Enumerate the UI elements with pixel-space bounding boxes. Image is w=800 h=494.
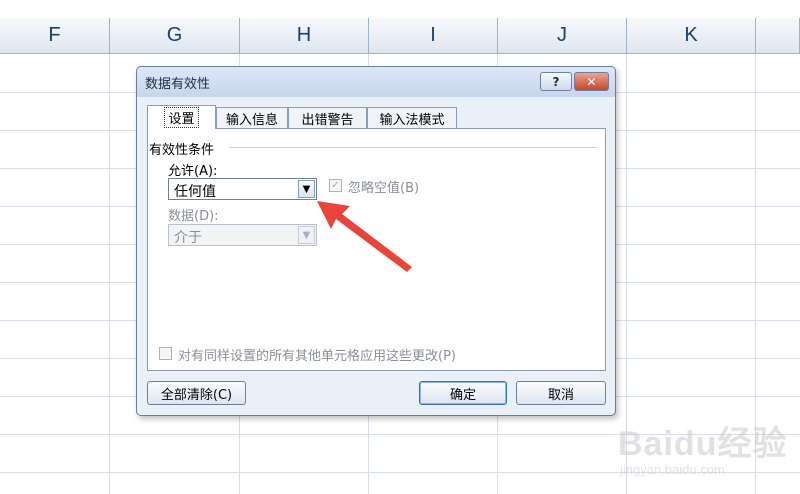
column-header-f[interactable]: F <box>0 18 110 54</box>
grid-line <box>109 54 110 494</box>
tab-error-alert[interactable]: 出错警告 <box>288 107 367 128</box>
column-header-next[interactable] <box>756 18 800 54</box>
data-dropdown-arrow[interactable]: ▼ <box>298 226 315 244</box>
ribbon-edge <box>0 0 800 19</box>
ok-button[interactable]: 确定 <box>419 381 507 405</box>
column-header-i[interactable]: I <box>369 18 498 54</box>
dialog-title: 数据有效性 <box>145 77 211 92</box>
baidu-watermark: Baidu经验 jingyan.baidu.com <box>614 404 794 490</box>
column-header-g[interactable]: G <box>110 18 240 54</box>
column-header-k[interactable]: K <box>627 18 756 54</box>
cancel-button[interactable]: 取消 <box>516 381 606 405</box>
validation-criteria-label: 有效性条件 <box>149 143 215 158</box>
close-icon: ✕ <box>586 74 597 89</box>
apply-all-label: 对有同样设置的所有其他单元格应用这些更改(P) <box>178 349 456 364</box>
chevron-down-icon: ▼ <box>302 183 311 195</box>
close-button[interactable]: ✕ <box>574 72 609 91</box>
ignore-blank-label: 忽略空值(B) <box>348 181 420 196</box>
watermark-logo-text: Baidu经验 <box>618 425 788 463</box>
dropdown-arrow-button[interactable]: ▼ <box>298 180 315 198</box>
column-header-h[interactable]: H <box>240 18 369 54</box>
data-select[interactable]: 介于 ▼ <box>168 224 317 246</box>
data-label: 数据(D): <box>168 209 219 224</box>
question-icon: ? <box>552 74 560 89</box>
data-validation-dialog: 数据有效性 ? ✕ 设置 输入信息 出错警告 输入法模式 有效性条件 允许(A)… <box>136 66 616 416</box>
group-divider <box>229 147 597 148</box>
chevron-down-icon: ▼ <box>302 229 311 241</box>
checkmark-icon: ✓ <box>331 180 340 191</box>
help-button[interactable]: ? <box>540 72 572 91</box>
allow-label: 允许(A): <box>168 164 218 179</box>
ignore-blank-checkbox[interactable]: ✓ <box>329 179 342 192</box>
tab-label: 设置 <box>164 107 199 128</box>
tab-settings[interactable]: 设置 <box>147 105 216 129</box>
column-header-j[interactable]: J <box>498 18 627 54</box>
tab-ime-mode[interactable]: 输入法模式 <box>367 107 457 128</box>
apply-all-checkbox[interactable] <box>159 347 172 360</box>
allow-select[interactable]: 任何值 ▼ <box>168 178 317 200</box>
allow-selected-value: 任何值 <box>174 184 216 200</box>
data-selected-value: 介于 <box>174 230 202 246</box>
watermark-url: jingyan.baidu.com <box>620 462 725 477</box>
clear-all-button[interactable]: 全部清除(C) <box>147 381 246 405</box>
tab-input-message[interactable]: 输入信息 <box>216 107 288 128</box>
dialog-titlebar[interactable]: 数据有效性 ? ✕ <box>137 67 615 97</box>
